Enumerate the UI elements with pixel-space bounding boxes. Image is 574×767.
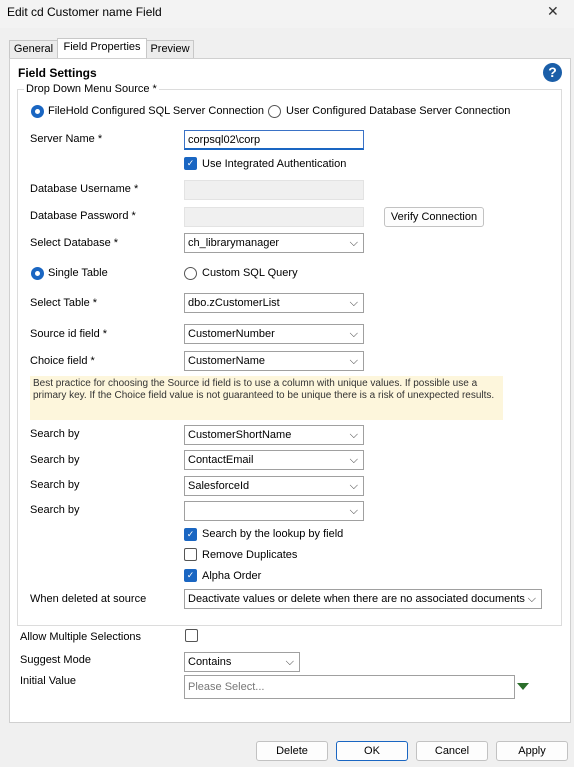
radio-custom-sql[interactable]	[184, 267, 197, 280]
integrated-auth-label: Use Integrated Authentication	[202, 158, 347, 170]
db-username-label: Database Username *	[30, 183, 139, 195]
suggest-mode-label: Suggest Mode	[20, 654, 91, 666]
radio-user-connection[interactable]	[268, 105, 281, 118]
select-table-dropdown[interactable]: dbo.zCustomerList ⌵	[184, 293, 364, 313]
allow-multiple-label: Allow Multiple Selections	[20, 631, 142, 643]
alpha-order-label: Alpha Order	[202, 570, 262, 582]
radio-filehold-label: FileHold Configured SQL Server Connectio…	[48, 105, 265, 117]
source-id-label: Source id field *	[30, 328, 108, 340]
search-by-label: Search by	[30, 454, 80, 466]
search-by-label: Search by	[30, 504, 80, 516]
window-title: Edit cd Customer name Field	[7, 5, 162, 19]
source-id-value: CustomerNumber	[188, 328, 275, 340]
select-table-label: Select Table *	[30, 297, 98, 309]
remove-duplicates-checkbox[interactable]	[184, 548, 197, 561]
chevron-down-icon: ⌵	[349, 328, 358, 340]
suggest-mode-value: Contains	[188, 656, 232, 668]
cancel-button[interactable]: Cancel	[416, 741, 488, 761]
tab-general[interactable]: General	[9, 40, 58, 58]
dropdown-triangle-icon[interactable]	[517, 683, 529, 690]
search-by-value: SalesforceId	[188, 480, 250, 492]
delete-button[interactable]: Delete	[256, 741, 328, 761]
suggest-mode-dropdown[interactable]: Contains ⌵	[184, 652, 300, 672]
server-name-label: Server Name *	[30, 133, 103, 145]
select-database-label: Select Database *	[30, 237, 119, 249]
group-title: Drop Down Menu Source *	[24, 83, 159, 95]
search-by-label: Search by	[30, 479, 80, 491]
chevron-down-icon: ⌵	[349, 454, 358, 466]
best-practice-note: Best practice for choosing the Source id…	[30, 376, 503, 420]
chevron-down-icon: ⌵	[349, 429, 358, 441]
initial-value-input[interactable]: Please Select...	[184, 675, 515, 699]
integrated-auth-checkbox[interactable]: ✓	[184, 157, 197, 170]
radio-custom-sql-label: Custom SQL Query	[202, 267, 298, 279]
db-username-input[interactable]	[184, 180, 364, 200]
allow-multiple-checkbox[interactable]	[185, 629, 198, 642]
radio-user-label: User Configured Database Server Connecti…	[286, 105, 511, 117]
when-deleted-dropdown[interactable]: Deactivate values or delete when there a…	[184, 589, 542, 609]
apply-button[interactable]: Apply	[496, 741, 568, 761]
chevron-down-icon: ⌵	[349, 355, 358, 367]
initial-value-label: Initial Value	[20, 675, 77, 687]
chevron-down-icon: ⌵	[349, 505, 358, 517]
search-lookup-label: Search by the lookup by field	[202, 528, 344, 540]
db-password-label: Database Password *	[30, 210, 136, 222]
choice-field-dropdown[interactable]: CustomerName ⌵	[184, 351, 364, 371]
search-by-dropdown-2[interactable]: ContactEmail ⌵	[184, 450, 364, 470]
remove-duplicates-label: Remove Duplicates	[202, 549, 298, 561]
select-table-value: dbo.zCustomerList	[188, 297, 280, 309]
tab-preview[interactable]: Preview	[146, 40, 194, 58]
choice-field-label: Choice field *	[30, 355, 95, 367]
tab-field-properties[interactable]: Field Properties	[57, 38, 147, 58]
search-by-value: ContactEmail	[188, 454, 254, 466]
chevron-down-icon: ⌵	[349, 480, 358, 492]
verify-connection-button[interactable]: Verify Connection	[384, 207, 484, 227]
search-by-value: CustomerShortName	[188, 429, 292, 441]
search-by-dropdown-3[interactable]: SalesforceId ⌵	[184, 476, 364, 496]
db-password-input[interactable]	[184, 207, 364, 227]
initial-value-placeholder: Please Select...	[188, 681, 265, 693]
when-deleted-value: Deactivate values or delete when there a…	[188, 593, 525, 605]
chevron-down-icon: ⌵	[349, 237, 358, 249]
chevron-down-icon: ⌵	[527, 593, 536, 605]
radio-filehold-connection[interactable]	[31, 105, 44, 118]
alpha-order-checkbox[interactable]: ✓	[184, 569, 197, 582]
search-by-dropdown-1[interactable]: CustomerShortName ⌵	[184, 425, 364, 445]
help-icon[interactable]: ?	[543, 63, 562, 82]
search-lookup-checkbox[interactable]: ✓	[184, 528, 197, 541]
section-title: Field Settings	[18, 66, 97, 80]
when-deleted-label: When deleted at source	[30, 593, 147, 605]
source-id-dropdown[interactable]: CustomerNumber ⌵	[184, 324, 364, 344]
radio-single-table[interactable]	[31, 267, 44, 280]
choice-field-value: CustomerName	[188, 355, 266, 367]
ok-button[interactable]: OK	[336, 741, 408, 761]
select-database-dropdown[interactable]: ch_librarymanager ⌵	[184, 233, 364, 253]
chevron-down-icon: ⌵	[349, 297, 358, 309]
server-name-input[interactable]: corpsql02\corp	[184, 130, 364, 150]
radio-single-table-label: Single Table	[48, 267, 108, 279]
search-by-dropdown-4[interactable]: ⌵	[184, 501, 364, 521]
search-by-label: Search by	[30, 428, 80, 440]
close-icon[interactable]: ✕	[547, 3, 559, 20]
select-database-value: ch_librarymanager	[188, 237, 280, 249]
chevron-down-icon: ⌵	[285, 656, 294, 668]
